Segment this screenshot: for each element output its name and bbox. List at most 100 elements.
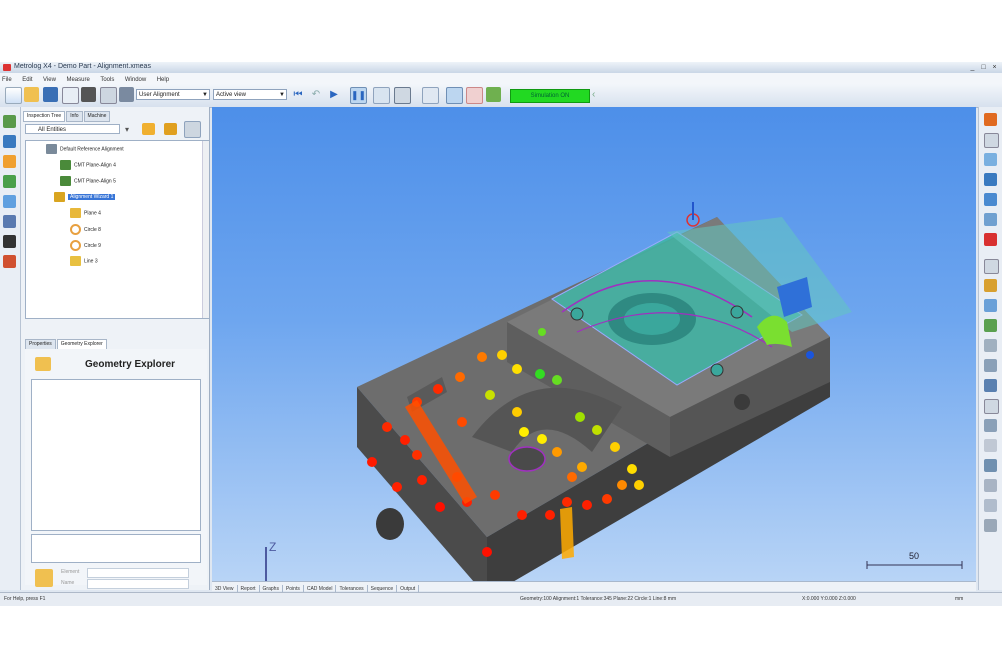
pencil-icon[interactable] (164, 123, 177, 135)
status-help: For Help, press F1 (4, 596, 46, 602)
grid-icon[interactable] (984, 479, 997, 492)
print-icon[interactable] (81, 87, 96, 102)
geometry-tool-icon[interactable] (35, 569, 53, 587)
pocket-inner (624, 303, 680, 335)
view-back-icon[interactable] (984, 213, 997, 226)
settings-icon[interactable] (984, 499, 997, 512)
tree-item[interactable]: Circle 9 (70, 240, 101, 251)
element-field[interactable] (87, 568, 189, 578)
main-toolbar: User Alignment ▼ Active view ▼ ⏮ ↶ ▶ ❚❚ Si… (0, 83, 1002, 108)
tree-item-label: Default Reference Alignment (60, 146, 124, 153)
tree-item-label: Circle 8 (84, 226, 101, 233)
stop-simulation-icon[interactable] (466, 87, 483, 104)
plane-icon (60, 160, 71, 170)
probe-icon[interactable] (394, 87, 411, 104)
maximize-button[interactable]: □ (979, 64, 988, 71)
geometry-details[interactable] (31, 534, 201, 563)
wand-icon[interactable] (142, 123, 155, 135)
chevron-left-icon[interactable]: ‹ (592, 87, 602, 102)
tree-item[interactable]: CMT Plane-Align 5 (60, 176, 116, 187)
circle-icon (70, 240, 81, 251)
tree-item[interactable]: CMT Plane-Align 4 (60, 160, 116, 171)
geometry-list[interactable] (31, 379, 201, 531)
clip-icon[interactable] (984, 359, 997, 372)
align-icon[interactable] (422, 87, 439, 104)
label-icon[interactable] (984, 459, 997, 472)
play-icon[interactable]: ▶ (328, 87, 340, 102)
step-back-icon[interactable]: ↶ (310, 87, 322, 102)
circle-tool-icon[interactable] (3, 155, 16, 168)
chevron-down-icon: ▼ (279, 92, 285, 98)
zoom-icon[interactable] (984, 133, 999, 148)
tree-scrollbar[interactable] (202, 141, 209, 318)
alignment-select[interactable]: User Alignment ▼ (136, 89, 210, 100)
save-icon[interactable] (43, 87, 58, 102)
machine-icon[interactable] (486, 87, 501, 102)
view-front-icon[interactable] (984, 173, 997, 186)
section-icon[interactable] (984, 339, 997, 352)
view-top-icon[interactable] (984, 153, 997, 166)
hole-feature (710, 363, 724, 377)
hole-feature (570, 307, 584, 321)
name-field[interactable] (87, 579, 189, 589)
view-side-icon[interactable] (984, 193, 997, 206)
surface-tool-icon[interactable] (3, 255, 16, 268)
geometry-explorer: Geometry Explorer Element Name (25, 349, 207, 589)
pause-icon[interactable]: ❚❚ (350, 87, 367, 104)
point-tool-icon[interactable] (3, 115, 16, 128)
status-units: mm (955, 596, 964, 602)
minimize-button[interactable]: _ (968, 64, 977, 71)
panel-tabs: Inspection Tree Info Machine (23, 109, 111, 122)
tab-machine[interactable]: Machine (83, 111, 111, 122)
simulation-icon[interactable] (446, 87, 463, 104)
geometry-explorer-icon (35, 357, 51, 371)
view-select[interactable]: Active view ▼ (213, 89, 287, 100)
measure-device-icon[interactable] (119, 87, 134, 102)
fit-view-icon[interactable] (984, 259, 999, 274)
dropdown-arrow-icon[interactable]: ▾ (125, 125, 129, 134)
tab-inspection-tree[interactable]: Inspection Tree (23, 111, 66, 122)
filter-select-value: All Entities (38, 127, 67, 133)
filter-icon[interactable] (184, 121, 201, 138)
view-tabs: 3D View Report Graphs Points CAD Model Tolera… (212, 581, 976, 593)
first-step-icon[interactable]: ⏮ (292, 87, 304, 102)
tab-info[interactable]: Info (66, 111, 83, 122)
tree-item-label: Plane 4 (84, 210, 101, 217)
tree-item[interactable]: Default Reference Alignment (46, 144, 124, 155)
sphere-tool-icon[interactable] (3, 195, 16, 208)
new-file-icon[interactable] (5, 87, 22, 104)
view-iso-icon[interactable] (984, 113, 997, 126)
tree-item[interactable]: Line 3 (70, 256, 98, 267)
axis-z-label: Z (269, 540, 276, 554)
zoom-icon[interactable] (62, 87, 79, 104)
layers-icon[interactable] (984, 519, 997, 532)
tree-item[interactable]: Circle 8 (70, 224, 101, 235)
cone-tool-icon[interactable] (3, 235, 16, 248)
close-button[interactable]: × (990, 64, 999, 71)
print-preview-icon[interactable] (100, 87, 117, 104)
wireframe-icon[interactable] (984, 299, 997, 312)
cylinder-tool-icon[interactable] (3, 215, 16, 228)
left-tool-column (0, 107, 21, 590)
pan-icon[interactable] (984, 399, 999, 414)
rotate-icon[interactable] (984, 379, 997, 392)
view-bottom-icon[interactable] (984, 233, 997, 246)
viewport-3d[interactable]: Z X Y 50 (212, 107, 976, 581)
shade-icon[interactable] (984, 279, 997, 292)
app-logo-icon (3, 64, 11, 71)
annotate-icon[interactable] (984, 439, 997, 452)
filter-select[interactable]: All Entities (25, 124, 120, 134)
hidden-line-icon[interactable] (984, 319, 997, 332)
lower-panel-tabs: Properties Geometry Explorer (25, 337, 108, 350)
wizard-icon (54, 192, 65, 202)
plane-tool-icon[interactable] (3, 175, 16, 188)
status-info: Geometry:100 Alignment:1 Tolerance:345 P… (520, 596, 677, 602)
cad-model-canvas[interactable]: Z X Y 50 (212, 107, 976, 581)
measure-icon[interactable] (984, 419, 997, 432)
tree-item-selected[interactable]: Alignment Wizard 1 (54, 192, 116, 203)
loop-icon[interactable] (373, 87, 390, 104)
plane-icon (70, 208, 81, 218)
open-folder-icon[interactable] (24, 87, 39, 102)
line-tool-icon[interactable] (3, 135, 16, 148)
tree-item[interactable]: Plane 4 (70, 208, 101, 219)
